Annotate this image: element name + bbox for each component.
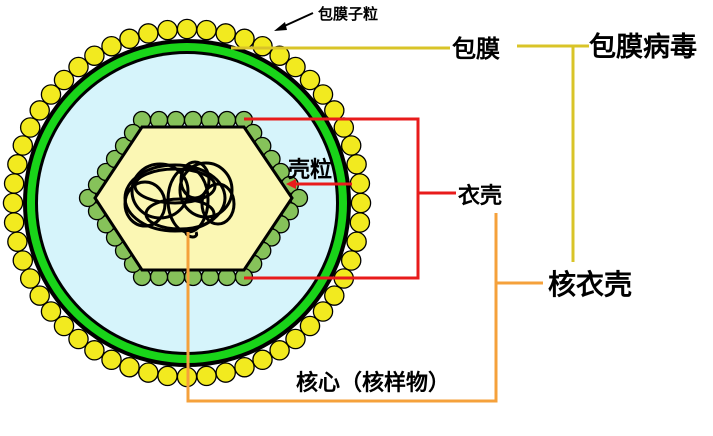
envelope-subunit (324, 285, 345, 306)
envelope-subunit (346, 231, 367, 252)
envelope-subunit (40, 301, 62, 322)
label-nucleocapsid: 核衣壳 (548, 268, 632, 301)
envelope-subunit (176, 18, 198, 40)
envelope-subunit (2, 192, 24, 214)
label-capsomere: 壳粒 (287, 157, 332, 183)
envelope-subunit (234, 356, 255, 378)
label-enveloped-virus: 包膜病毒 (589, 31, 697, 63)
envelope-subunit (12, 250, 34, 271)
envelope-subunit (19, 117, 41, 138)
envelope-subunit (312, 84, 334, 105)
envelope-subunit (349, 173, 371, 194)
envelope-subunit (234, 28, 255, 50)
envelope-subunit (269, 340, 290, 361)
envelope-subunit (29, 100, 50, 121)
envelope-subunit (119, 356, 140, 378)
envelope-subunit (324, 100, 345, 121)
envelope-subunit (252, 35, 273, 57)
envelope-subunit (350, 192, 372, 214)
envelope-subunit (3, 173, 25, 194)
envelope-subunit (7, 231, 28, 252)
envelope-subunit (3, 212, 25, 233)
label-core: 核心（核样物） (296, 370, 450, 396)
envelope-subunit (12, 135, 34, 156)
envelope-subunit (84, 340, 105, 361)
envelope-subunit (333, 117, 355, 138)
virus-structure-diagram: 包膜子粒 包膜 包膜病毒 壳粒 衣壳 核衣壳 核心（核样物） (0, 0, 713, 436)
envelope-subunit (157, 19, 178, 41)
subunit-pointer-arrow (274, 12, 314, 31)
envelope-subunit (138, 362, 159, 383)
envelope-subunit (196, 19, 217, 41)
envelope-subunit (101, 349, 122, 371)
envelope-subunit (215, 23, 236, 44)
envelope-subunit (29, 285, 50, 306)
envelope-subunit (349, 212, 371, 233)
envelope-subunit (157, 365, 178, 387)
envelope-subunit (285, 328, 306, 350)
label-capsid: 衣壳 (458, 183, 502, 209)
envelope-subunit (84, 45, 105, 66)
label-envelope-subunit: 包膜子粒 (318, 5, 378, 23)
envelope-subunit (215, 362, 236, 383)
envelope-subunit (119, 28, 140, 50)
envelope-subunit (68, 56, 89, 78)
envelope-subunit (340, 135, 362, 156)
envelope-subunit (252, 349, 273, 371)
envelope-subunit (138, 23, 159, 44)
diagram-canvas: 包膜子粒 包膜 包膜病毒 壳粒 衣壳 核衣壳 核心（核样物） (2, 5, 697, 403)
envelope-subunit (196, 365, 217, 387)
envelope-subunit (340, 250, 362, 271)
envelope-subunit (101, 35, 122, 57)
envelope-subunit (19, 268, 41, 289)
envelope-subunit (7, 154, 28, 175)
label-envelope: 包膜 (452, 35, 500, 63)
envelope-subunit (346, 154, 367, 175)
